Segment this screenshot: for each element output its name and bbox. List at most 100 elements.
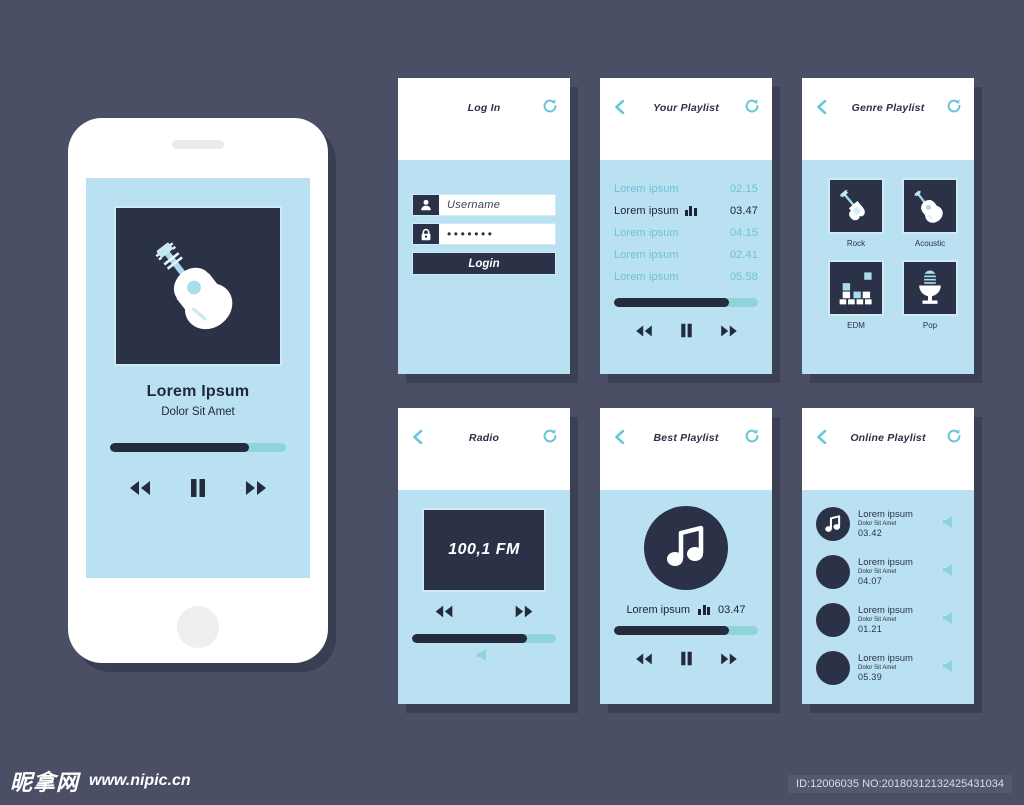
list-item-subtitle: Dolor Sit Amet bbox=[858, 568, 897, 575]
genre-playlist-header: Genre Playlist bbox=[802, 78, 974, 160]
your-playlist-body: Lorem ipsum 02.15 Lorem ipsum 03.47 Lorem ip… bbox=[600, 160, 772, 374]
genre-item-pop[interactable]: Pop bbox=[902, 260, 958, 330]
back-chevron-icon[interactable] bbox=[614, 429, 625, 445]
speaker-icon[interactable] bbox=[474, 647, 494, 668]
watermark-logo-cn: 昵拿网 bbox=[10, 770, 80, 795]
phone-home-button[interactable] bbox=[177, 606, 219, 648]
refresh-icon[interactable] bbox=[744, 428, 760, 444]
genre-item-edm[interactable]: EDM bbox=[828, 260, 884, 330]
best-playlist-track-meta: Lorem ipsum 03.47 bbox=[614, 604, 758, 616]
microphone-icon bbox=[902, 260, 958, 316]
screen-login: Log In Username ••••••• Login bbox=[398, 78, 570, 374]
list-item[interactable]: Lorem ipsum Dolor Sit Amet 05.39 bbox=[816, 644, 960, 692]
forward-button[interactable] bbox=[718, 324, 740, 343]
track-left: Lorem ipsum bbox=[614, 249, 679, 261]
avatar bbox=[816, 603, 850, 637]
radio-volume-slider[interactable] bbox=[412, 634, 556, 643]
username-field[interactable]: Username bbox=[412, 194, 556, 216]
list-item-time: 04.07 bbox=[858, 576, 883, 587]
best-playlist-progress-fill bbox=[614, 626, 730, 635]
online-playlist-header: Online Playlist bbox=[802, 408, 974, 490]
list-item[interactable]: Lorem ipsum Dolor Sit Amet 01.21 bbox=[816, 596, 960, 644]
back-chevron-icon[interactable] bbox=[412, 429, 423, 445]
speaker-icon[interactable] bbox=[940, 610, 960, 631]
radio-controls bbox=[412, 604, 556, 624]
screen-online-playlist: Online Playlist Lorem ipsum Dolor Sit Ame… bbox=[802, 408, 974, 704]
track-row[interactable]: Lorem ipsum 04.15 bbox=[614, 222, 758, 244]
refresh-icon[interactable] bbox=[946, 428, 962, 444]
track-label: Lorem ipsum bbox=[614, 183, 679, 195]
back-chevron-icon[interactable] bbox=[816, 99, 827, 115]
speaker-icon[interactable] bbox=[940, 514, 960, 535]
forward-button[interactable] bbox=[512, 604, 536, 624]
phone-speaker-grille bbox=[172, 140, 224, 149]
pause-button[interactable] bbox=[679, 651, 694, 671]
acoustic-guitar-icon bbox=[144, 230, 252, 343]
refresh-icon[interactable] bbox=[542, 428, 558, 444]
list-item-text: Lorem ipsum Dolor Sit Amet 01.21 bbox=[858, 605, 932, 636]
login-title: Log In bbox=[467, 102, 501, 114]
list-item-subtitle: Dolor Sit Amet bbox=[858, 520, 897, 527]
track-row[interactable]: Lorem ipsum 05.58 bbox=[614, 266, 758, 288]
equalizer-bars-icon bbox=[684, 206, 697, 216]
phone-screen: Lorem Ipsum Dolor Sit Amet bbox=[86, 178, 310, 578]
back-chevron-icon[interactable] bbox=[816, 429, 827, 445]
track-row[interactable]: Lorem ipsum 02.15 bbox=[614, 178, 758, 200]
your-playlist-progress-fill bbox=[614, 298, 730, 307]
phone-song-title: Lorem Ipsum bbox=[146, 383, 250, 400]
track-time: 04.15 bbox=[729, 227, 758, 239]
forward-button[interactable] bbox=[718, 652, 740, 671]
speaker-icon[interactable] bbox=[940, 658, 960, 679]
rewind-button[interactable] bbox=[633, 652, 655, 671]
radio-frequency-display: 100,1 FM bbox=[422, 508, 546, 592]
best-playlist-progress-bar[interactable] bbox=[614, 626, 758, 635]
rewind-button[interactable] bbox=[432, 604, 456, 624]
rewind-button[interactable] bbox=[126, 479, 154, 502]
back-chevron-icon[interactable] bbox=[614, 99, 625, 115]
phone-playback-controls bbox=[86, 478, 310, 503]
genre-label: Pop bbox=[922, 321, 938, 330]
radio-header: Radio bbox=[398, 408, 570, 490]
lock-icon bbox=[413, 224, 439, 244]
track-row[interactable]: Lorem ipsum 02.41 bbox=[614, 244, 758, 266]
login-form: Username ••••••• Login bbox=[412, 160, 556, 275]
pause-button[interactable] bbox=[679, 323, 694, 343]
genre-label: Acoustic bbox=[914, 239, 946, 248]
list-item-time: 03.42 bbox=[858, 528, 883, 539]
refresh-icon[interactable] bbox=[946, 98, 962, 114]
genre-item-acoustic[interactable]: Acoustic bbox=[902, 178, 958, 248]
track-left: Lorem ipsum bbox=[614, 205, 697, 217]
speaker-icon[interactable] bbox=[940, 562, 960, 583]
list-item-title: Lorem ipsum bbox=[858, 652, 913, 664]
refresh-icon[interactable] bbox=[744, 98, 760, 114]
list-item-text: Lorem ipsum Dolor Sit Amet 03.42 bbox=[858, 509, 932, 540]
track-left: Lorem ipsum bbox=[614, 227, 679, 239]
track-label: Lorem ipsum bbox=[614, 249, 679, 261]
refresh-icon[interactable] bbox=[542, 98, 558, 114]
forward-button[interactable] bbox=[242, 479, 270, 502]
best-playlist-title: Best Playlist bbox=[653, 432, 719, 444]
list-item[interactable]: Lorem ipsum Dolor Sit Amet 03.42 bbox=[816, 500, 960, 548]
login-button[interactable]: Login bbox=[412, 252, 556, 275]
your-playlist-progress-bar[interactable] bbox=[614, 298, 758, 307]
screen-genre-playlist: Genre Playlist Rock Acoustic EDM Pop bbox=[802, 78, 974, 374]
track-label: Lorem ipsum bbox=[614, 227, 679, 239]
phone-progress-bar[interactable] bbox=[110, 443, 286, 452]
best-track-label: Lorem ipsum bbox=[626, 604, 691, 616]
list-item-title: Lorem ipsum bbox=[858, 508, 913, 520]
rewind-button[interactable] bbox=[633, 324, 655, 343]
genre-item-rock[interactable]: Rock bbox=[828, 178, 884, 248]
avatar bbox=[816, 651, 850, 685]
music-note-icon bbox=[644, 506, 728, 590]
track-time: 02.41 bbox=[729, 249, 758, 261]
list-item[interactable]: Lorem ipsum Dolor Sit Amet 04.07 bbox=[816, 548, 960, 596]
pause-button[interactable] bbox=[188, 478, 208, 503]
track-label: Lorem ipsum bbox=[614, 205, 679, 217]
password-field[interactable]: ••••••• bbox=[412, 223, 556, 245]
login-body: Username ••••••• Login bbox=[398, 160, 570, 374]
radio-title: Radio bbox=[468, 432, 500, 444]
track-time: 02.15 bbox=[729, 183, 758, 195]
track-row[interactable]: Lorem ipsum 03.47 bbox=[614, 200, 758, 222]
genre-grid: Rock Acoustic EDM Pop bbox=[816, 160, 960, 330]
music-note-icon bbox=[816, 507, 850, 541]
